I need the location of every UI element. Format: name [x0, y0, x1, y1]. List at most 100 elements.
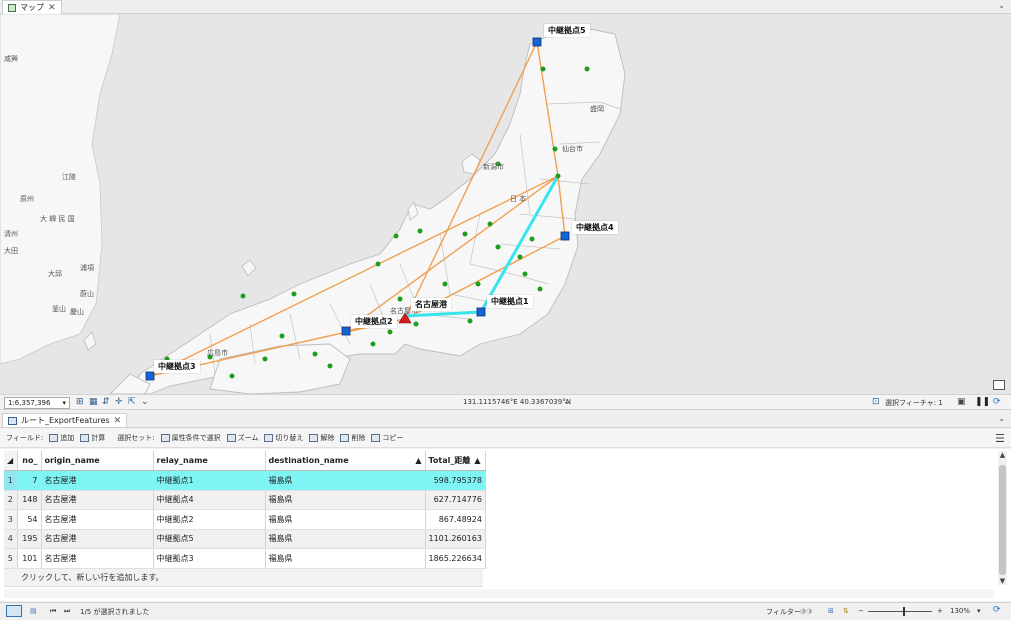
row-number[interactable]: 3 — [4, 509, 18, 530]
calculate-field-button[interactable]: 計算 — [80, 433, 105, 443]
chevron-up-icon[interactable]: ▲ — [998, 451, 1007, 459]
column-header-relay[interactable]: relay_name — [153, 451, 266, 471]
sort-icon[interactable]: ⇅ — [843, 607, 849, 615]
cell-total[interactable]: 1865.226634 — [425, 548, 486, 569]
cell-no[interactable]: 7 — [17, 470, 42, 491]
tab-table[interactable]: ルート_ExportFeatures ✕ — [2, 413, 128, 427]
column-header-total[interactable]: Total_距離 ▲ — [425, 451, 486, 471]
column-header-destination[interactable]: destination_name ▲ — [265, 451, 426, 471]
cell-no[interactable]: 54 — [17, 509, 42, 530]
cell-total[interactable]: 627.714776 — [425, 490, 486, 510]
next-record-icon[interactable]: ⏭ — [64, 607, 70, 616]
zoom-level[interactable]: 130% — [950, 607, 970, 615]
cell-origin[interactable]: 名古屋港 — [41, 470, 154, 491]
copy-label: コピー — [382, 434, 404, 442]
clear-selection-button[interactable]: 解除 — [309, 433, 334, 443]
cell-destination[interactable]: 福島県 — [265, 548, 426, 569]
cell-total[interactable]: 1101.260163 — [425, 529, 486, 549]
cell-no[interactable]: 195 — [17, 529, 42, 549]
select-features-icon[interactable]: ⊡ — [872, 397, 880, 407]
cell-destination[interactable]: 福島県 — [265, 529, 426, 549]
select-by-attributes-button[interactable]: 属性条件で選択 — [160, 433, 221, 443]
navigate-icon[interactable]: ⇱ — [128, 397, 136, 407]
refresh-icon[interactable]: ⟳ — [993, 605, 1001, 615]
row-number[interactable]: 1 — [4, 470, 18, 491]
row-selector-header[interactable]: ◢ — [4, 451, 18, 471]
zoom-to-selection-button[interactable]: ズーム — [226, 433, 258, 443]
chevron-down-icon[interactable]: ▼ — [998, 577, 1007, 585]
table-row[interactable]: 5 101 名古屋港 中継拠点3 福島県 1865.226634 — [4, 548, 486, 569]
close-icon[interactable]: ✕ — [114, 416, 122, 426]
table-row[interactable]: 1 7 名古屋港 中継拠点1 福島県 598.795378 — [4, 470, 486, 491]
menu-icon[interactable]: ☰ — [995, 432, 1005, 445]
cell-relay[interactable]: 中継拠点5 — [153, 529, 266, 549]
relay2-marker — [341, 326, 351, 336]
cell-origin[interactable]: 名古屋港 — [41, 548, 154, 569]
zoom-slider-thumb[interactable] — [903, 607, 905, 616]
cell-relay[interactable]: 中継拠点2 — [153, 509, 266, 530]
table-row[interactable]: 2 148 名古屋港 中継拠点4 福島県 627.714776 — [4, 490, 486, 510]
add-bookmark-icon[interactable]: ⊞ — [76, 397, 84, 407]
delete-selection-button[interactable]: 削除 — [340, 433, 365, 443]
cell-origin[interactable]: 名古屋港 — [41, 529, 154, 549]
cell-destination[interactable]: 福島県 — [265, 470, 426, 491]
crosshair-icon[interactable]: ✛ — [115, 397, 123, 407]
chevron-down-icon[interactable]: ⌄ — [141, 397, 149, 407]
scale-selector[interactable]: 1:6,357,396 ▾ — [4, 397, 70, 409]
row-number[interactable]: 5 — [4, 548, 18, 569]
table-row[interactable]: 4 195 名古屋港 中継拠点5 福島県 1101.260163 — [4, 529, 486, 549]
selection-count: 1/5 が選択されました — [80, 608, 150, 616]
filter-icon[interactable]: ◑◑ — [800, 607, 812, 615]
scroll-thumb[interactable] — [999, 465, 1006, 575]
cell-total[interactable]: 867.48924 — [425, 509, 486, 530]
add-field-button[interactable]: 追加 — [49, 433, 74, 443]
add-field-icon — [49, 434, 59, 442]
cell-relay[interactable]: 中継拠点4 — [153, 490, 266, 510]
grid-icon[interactable]: ▦ — [89, 397, 98, 407]
vertical-scrollbar[interactable]: ▲ ▼ — [998, 451, 1007, 585]
column-header-origin[interactable]: origin_name — [41, 451, 154, 471]
horizontal-scrollbar[interactable] — [4, 589, 994, 598]
cell-origin[interactable]: 名古屋港 — [41, 490, 154, 510]
chevron-down-icon[interactable]: ⌄ — [998, 1, 1005, 10]
zoom-slider[interactable] — [868, 611, 932, 612]
field-group-label: フィールド: — [6, 434, 44, 442]
cell-origin[interactable]: 名古屋港 — [41, 509, 154, 530]
column-header-no[interactable]: no_ — [17, 451, 42, 471]
refresh-icon[interactable]: ⟳ — [993, 397, 1001, 407]
row-number[interactable]: 4 — [4, 529, 18, 549]
row-number[interactable]: 2 — [4, 490, 18, 510]
chevron-down-icon[interactable]: ▾ — [977, 607, 981, 615]
close-icon[interactable]: ✕ — [48, 3, 56, 13]
show-selected-records-icon[interactable]: ▤ — [30, 607, 37, 615]
cell-no[interactable]: 148 — [17, 490, 42, 510]
cell-relay[interactable]: 中継拠点3 — [153, 548, 266, 569]
map-icon — [8, 3, 16, 12]
map-view[interactable]: 咸興 江陵 原州 大 韓 民 国 清州 大邱 浦項 蔚山 釜山 慶山 大田 新潟… — [0, 14, 1011, 394]
first-record-icon[interactable]: ⏮ — [50, 607, 56, 616]
cell-no[interactable]: 101 — [17, 548, 42, 569]
delete-label: 削除 — [351, 434, 366, 442]
switch-selection-button[interactable]: 切り替え — [264, 433, 303, 443]
cell-destination[interactable]: 福島県 — [265, 509, 426, 530]
layer-list-icon[interactable] — [993, 380, 1005, 390]
clear-icon — [309, 434, 319, 442]
snapping-icon[interactable]: ⇵ — [102, 397, 110, 407]
pause-icon[interactable]: ❚❚ — [975, 397, 990, 407]
select-by-attributes-icon — [160, 434, 170, 442]
show-all-records-icon[interactable] — [6, 605, 22, 617]
add-row-hint[interactable]: クリックして、新しい行を追加します。 — [4, 569, 483, 587]
cell-relay[interactable]: 中継拠点1 — [153, 470, 266, 491]
cell-total[interactable]: 598.795378 — [425, 470, 486, 491]
zoom-in-icon[interactable]: + — [937, 607, 943, 615]
copy-selection-button[interactable]: コピー — [371, 433, 403, 443]
cell-destination[interactable]: 福島県 — [265, 490, 426, 510]
zoom-out-icon[interactable]: − — [858, 607, 864, 615]
tab-map[interactable]: マップ ✕ — [2, 0, 62, 14]
table-row[interactable]: 3 54 名古屋港 中継拠点2 福島県 867.48924 — [4, 509, 486, 530]
chevron-down-icon[interactable]: ⌄ — [998, 414, 1005, 423]
chevron-down-icon[interactable]: ⌄ — [563, 397, 571, 407]
attribute-table: ◢ no_ origin_name relay_name destination… — [0, 449, 1011, 601]
refresh-cache-icon[interactable]: ▣ — [957, 397, 966, 407]
field-filter-icon[interactable]: ⊞ — [828, 607, 834, 615]
